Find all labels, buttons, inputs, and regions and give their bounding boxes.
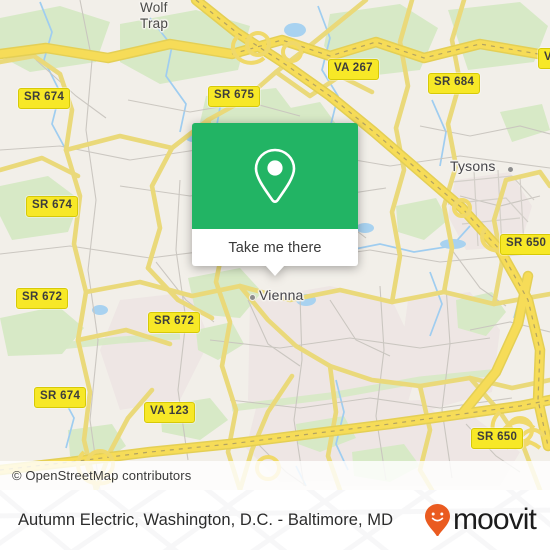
popup-footer[interactable]: Take me there — [192, 229, 358, 276]
shield-sr-672-a: SR 672 — [16, 288, 69, 309]
map-canvas[interactable]: Wolf Trap Tysons Vienna SR 674 SR 675 VA … — [0, 0, 550, 490]
moovit-pin-icon — [424, 503, 451, 537]
shield-sr-650-a: SR 650 — [500, 234, 550, 255]
page-title: Autumn Electric, Washington, D.C. - Balt… — [18, 510, 394, 529]
popup-pointer — [265, 265, 285, 276]
shield-sr-674-b: SR 674 — [26, 196, 79, 217]
map-screenshot: Wolf Trap Tysons Vienna SR 674 SR 675 VA … — [0, 0, 550, 550]
shield-sr-650-b: SR 650 — [471, 428, 524, 449]
take-me-there-button[interactable]: Take me there — [228, 240, 321, 256]
shield-sr-672-b: SR 672 — [148, 312, 201, 333]
osm-attribution-bar: © OpenStreetMap contributors — [0, 461, 550, 490]
shield-sr-675: SR 675 — [208, 86, 261, 107]
popup-header — [192, 123, 358, 229]
shield-sr-674-a: SR 674 — [18, 88, 71, 109]
location-popup-card[interactable]: Take me there — [192, 123, 358, 276]
town-dot-tysons — [507, 166, 514, 173]
moovit-wordmark: moovit — [453, 503, 537, 536]
footer-bar: Autumn Electric, Washington, D.C. - Balt… — [0, 490, 550, 550]
osm-attribution-text[interactable]: © OpenStreetMap contributors — [0, 468, 191, 483]
town-dot-vienna — [249, 294, 256, 301]
shield-va-123: VA 123 — [144, 402, 195, 423]
shield-va-edge: V — [538, 48, 550, 69]
shield-sr-684: SR 684 — [428, 73, 481, 94]
shield-va-267: VA 267 — [328, 59, 379, 80]
moovit-logo[interactable]: moovit — [424, 503, 537, 537]
map-pin-icon — [252, 147, 298, 205]
shield-sr-674-c: SR 674 — [34, 387, 87, 408]
